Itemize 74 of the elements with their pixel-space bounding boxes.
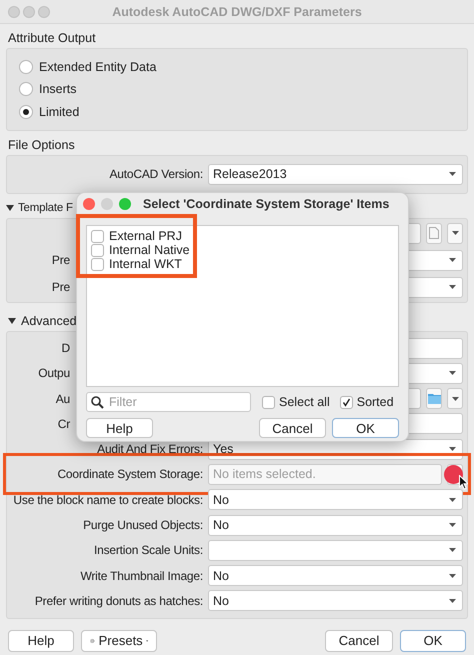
checkbox-label: Sorted bbox=[356, 395, 394, 409]
window-title: Autodesk AutoCAD DWG/DXF Parameters bbox=[112, 4, 362, 18]
section-title: Attribute Output bbox=[8, 31, 96, 45]
field-label: Outpu bbox=[37, 366, 70, 380]
caret-icon bbox=[449, 285, 456, 289]
field-label: AutoCAD Version: bbox=[108, 167, 203, 181]
dropdown-button[interactable] bbox=[447, 388, 463, 410]
caret-icon bbox=[449, 447, 456, 452]
checkbox-label: Select all bbox=[279, 395, 330, 409]
dropdown[interactable]: No bbox=[208, 489, 463, 510]
caret-icon bbox=[452, 231, 458, 235]
dropdown[interactable] bbox=[208, 540, 463, 561]
dropdown-button[interactable] bbox=[447, 222, 463, 244]
field-label: Purge Unused Objects: bbox=[82, 518, 203, 532]
sorted-checkbox[interactable] bbox=[340, 396, 353, 408]
radio-label: Extended Entity Data bbox=[39, 60, 156, 74]
field-label: Insertion Scale Units: bbox=[93, 543, 203, 558]
zoom-button[interactable] bbox=[119, 198, 131, 210]
item-label[interactable]: External PRJ bbox=[109, 229, 182, 243]
caret-icon bbox=[449, 172, 456, 176]
dropdown[interactable]: Release2013 bbox=[208, 164, 463, 184]
minimize-button[interactable] bbox=[23, 6, 35, 18]
section-title: Advanced bbox=[21, 314, 77, 328]
close-button[interactable] bbox=[8, 6, 20, 18]
field-label: Cr bbox=[56, 416, 70, 431]
cancel-button[interactable]: Cancel bbox=[259, 418, 326, 438]
checkbox[interactable] bbox=[91, 258, 104, 270]
field-label: Audit And Fix Errors: bbox=[96, 442, 203, 456]
caret-icon bbox=[449, 598, 456, 603]
field-label: D bbox=[60, 341, 70, 355]
radio-button[interactable] bbox=[19, 60, 33, 74]
ok-button[interactable]: OK bbox=[332, 418, 399, 438]
minimize-button[interactable] bbox=[101, 198, 113, 210]
field-label: Use the block name to create blocks: bbox=[12, 492, 203, 507]
help-button[interactable]: Help bbox=[8, 630, 74, 652]
ok-button[interactable]: OK bbox=[400, 630, 466, 652]
radio-label: Inserts bbox=[39, 82, 77, 96]
field-label: Au bbox=[54, 392, 70, 406]
checkbox[interactable] bbox=[91, 230, 104, 242]
dropdown[interactable]: No bbox=[208, 590, 463, 612]
dialog-title: Select 'Coordinate System Storage' Items bbox=[143, 197, 390, 211]
caret-icon bbox=[449, 548, 456, 552]
radio-button[interactable] bbox=[19, 82, 33, 96]
caret-icon bbox=[449, 371, 456, 376]
cancel-button[interactable]: Cancel bbox=[325, 630, 393, 652]
field-label: Pre bbox=[50, 253, 70, 267]
search-icon bbox=[91, 396, 104, 408]
field-label: Coordinate System Storage: bbox=[56, 467, 203, 482]
caret-icon bbox=[449, 498, 456, 502]
caret-icon bbox=[449, 258, 456, 262]
field-label: Prefer writing donuts as hatches: bbox=[34, 594, 203, 608]
caret-icon bbox=[449, 523, 456, 528]
field-label: Pre bbox=[50, 280, 70, 294]
browse-button[interactable] bbox=[426, 222, 442, 244]
section-title: Template F bbox=[18, 202, 73, 214]
caret-icon bbox=[449, 574, 456, 578]
presets-button[interactable]: Presets bbox=[81, 630, 157, 652]
section-title: File Options bbox=[8, 138, 75, 152]
item-label[interactable]: Internal WKT bbox=[109, 257, 182, 271]
checkbox[interactable] bbox=[91, 244, 104, 256]
select-all-checkbox[interactable] bbox=[262, 396, 275, 408]
expanded-icon[interactable] bbox=[8, 318, 16, 324]
radio-button[interactable] bbox=[19, 104, 33, 119]
help-button[interactable]: Help bbox=[86, 418, 153, 438]
field-label: Write Thumbnail Image: bbox=[79, 568, 203, 583]
dropdown[interactable]: No bbox=[208, 514, 463, 536]
radio-label: Limited bbox=[39, 104, 80, 119]
dropdown[interactable]: No bbox=[208, 565, 463, 586]
expanded-icon[interactable] bbox=[6, 205, 14, 211]
zoom-button[interactable] bbox=[38, 6, 50, 18]
item-label[interactable]: Internal Native bbox=[109, 243, 190, 257]
close-button[interactable] bbox=[83, 198, 95, 210]
caret-icon bbox=[452, 396, 458, 401]
browse-button[interactable] bbox=[426, 388, 442, 410]
